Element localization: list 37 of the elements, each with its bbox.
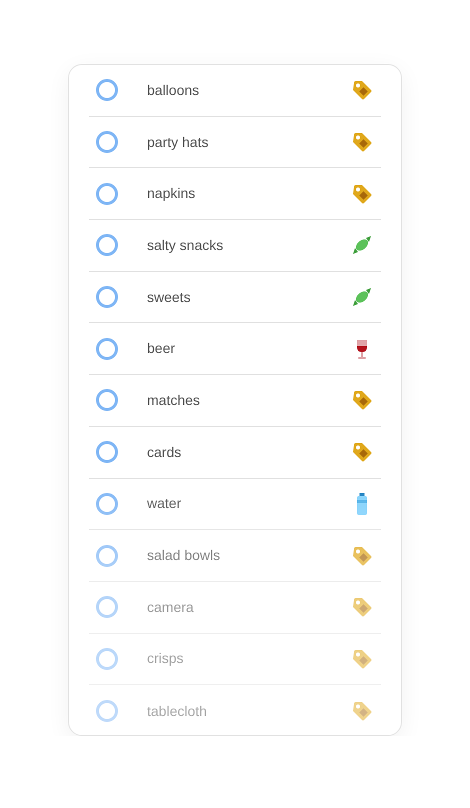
checkbox[interactable] [96, 596, 118, 618]
checkbox[interactable] [96, 338, 118, 360]
item-label: sweets [147, 288, 192, 307]
checkbox[interactable] [96, 544, 118, 567]
checkbox[interactable] [96, 648, 118, 670]
tag-icon [351, 389, 373, 412]
checkbox[interactable] [96, 492, 118, 515]
item-label: tablecloth [147, 702, 208, 721]
checkbox[interactable] [96, 286, 118, 308]
tag-icon [351, 441, 373, 464]
checkbox[interactable] [96, 389, 118, 412]
checkbox[interactable] [96, 700, 118, 722]
candy-icon [351, 286, 373, 308]
tag-icon [351, 700, 373, 722]
item-label: cards [147, 442, 182, 462]
item-label: balloons [147, 80, 200, 100]
tag-icon [351, 182, 373, 205]
item-label: party hats [147, 132, 210, 152]
checkbox[interactable] [96, 234, 118, 256]
tag-icon [351, 544, 373, 567]
tag-icon [351, 596, 373, 618]
tag-icon [351, 131, 373, 154]
item-label: napkins [147, 184, 196, 204]
item-label: water [147, 494, 182, 514]
item-label: camera [147, 598, 195, 617]
tag-icon [351, 79, 373, 102]
checkbox[interactable] [96, 182, 118, 205]
item-label: salad bowls [147, 546, 222, 566]
candy-icon [351, 234, 373, 256]
checkbox[interactable] [96, 441, 118, 464]
checkbox[interactable] [96, 131, 118, 154]
checkbox[interactable] [96, 79, 118, 102]
item-label: beer [147, 339, 176, 358]
tag-icon [351, 648, 373, 670]
item-label: salty snacks [147, 236, 224, 255]
item-label: matches [147, 390, 201, 410]
item-label: crisps [147, 649, 185, 668]
